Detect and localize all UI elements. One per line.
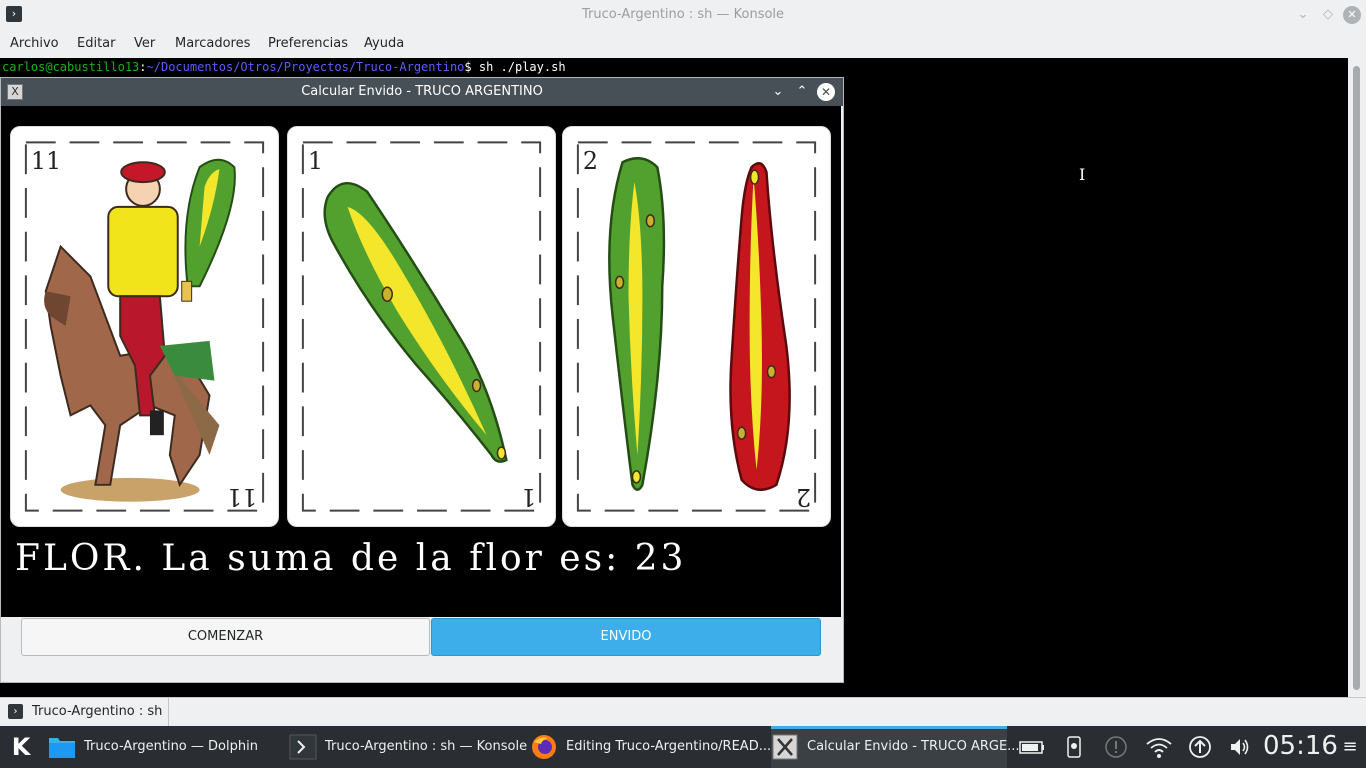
task-label: Calcular Envido - TRUCO ARGE...	[807, 739, 1020, 754]
firefox-icon	[530, 734, 558, 760]
taskbar: K Truco-Argentino — Dolphin Truco-Argent…	[0, 726, 1366, 768]
close-icon[interactable]: ✕	[1343, 6, 1361, 24]
card-2-basto-art: 2 2	[576, 141, 817, 512]
konsole-menubar: Archivo Editar Ver Marcadores Preferenci…	[0, 30, 1366, 58]
card-1-basto-number-top: 1	[308, 147, 323, 175]
dialog-title: Calcular Envido - TRUCO ARGENTINO	[301, 84, 543, 99]
menu-marcadores[interactable]: Marcadores	[175, 36, 250, 51]
konsole-tabbar: › Truco-Argentino : sh	[0, 697, 1366, 726]
volume-icon[interactable]	[1228, 735, 1252, 759]
menu-ayuda[interactable]: Ayuda	[364, 36, 404, 51]
konsole-title: Truco-Argentino : sh — Konsole	[581, 7, 785, 22]
kdeconnect-icon[interactable]	[1062, 735, 1086, 759]
folder-icon	[48, 734, 76, 760]
task-label: Truco-Argentino — Dolphin	[84, 739, 258, 754]
minimize-icon[interactable]: ⌄	[769, 83, 787, 101]
envido-result-text: FLOR. La suma de la flor es: 23	[15, 538, 687, 579]
kde-launcher-icon[interactable]: K	[6, 733, 36, 761]
updates-icon[interactable]	[1188, 735, 1212, 759]
envido-button[interactable]: ENVIDO	[431, 618, 821, 656]
x-window-icon	[771, 734, 799, 760]
comenzar-button[interactable]: COMENZAR	[21, 618, 430, 656]
close-icon[interactable]: ✕	[817, 83, 835, 101]
clock[interactable]: 05:16	[1263, 731, 1338, 761]
task-firefox[interactable]: Editing Truco-Argentino/READ...	[530, 726, 771, 768]
battery-icon[interactable]	[1019, 735, 1044, 759]
prompt-command: $ sh ./play.sh	[464, 60, 566, 74]
card-2-basto-number-top: 2	[583, 147, 598, 175]
menu-archivo[interactable]: Archivo	[10, 36, 59, 51]
terminal-scrollbar[interactable]	[1348, 58, 1366, 697]
prompt-path: ~/Documentos/Otros/Proyectos/Truco-Argen…	[146, 60, 465, 74]
terminal-icon	[289, 734, 317, 760]
text-cursor-icon: I	[1079, 165, 1086, 184]
minimize-icon[interactable]: ⌄	[1294, 6, 1312, 24]
maximize-icon[interactable]: ◇	[1319, 6, 1337, 24]
dialog-titlebar[interactable]: X Calcular Envido - TRUCO ARGENTINO ⌄ ⌃ …	[1, 78, 843, 106]
card-11-basto-number-bottom: 11	[227, 483, 257, 511]
card-2-basto: 2 2	[562, 126, 831, 527]
wifi-icon[interactable]	[1145, 735, 1172, 759]
terminal-prompt: carlos@cabustillo13:~/Documentos/Otros/P…	[2, 60, 566, 74]
konsole-titlebar[interactable]: › Truco-Argentino : sh — Konsole ⌄ ◇ ✕	[0, 0, 1366, 30]
card-1-basto: 1 1	[287, 126, 556, 527]
card-1-basto-number-bottom: 1	[521, 483, 536, 511]
task-konsole[interactable]: Truco-Argentino : sh — Konsole	[289, 726, 528, 768]
notifications-icon[interactable]	[1104, 735, 1128, 759]
card-1-basto-art: 1 1	[301, 141, 542, 512]
scrollbar-thumb[interactable]	[1353, 66, 1360, 690]
tab-label: Truco-Argentino : sh	[32, 704, 163, 719]
maximize-icon[interactable]: ⌃	[793, 83, 811, 101]
prompt-separator: :	[139, 60, 147, 74]
card-11-basto: 11 11	[10, 126, 279, 527]
menu-ver[interactable]: Ver	[134, 36, 155, 51]
tab-truco-argentino[interactable]: › Truco-Argentino : sh	[0, 698, 169, 726]
game-canvas: 11 11 1 1 2 2 FLOR. La suma de la flor e…	[1, 106, 841, 617]
envido-dialog: X Calcular Envido - TRUCO ARGENTINO ⌄ ⌃ …	[0, 77, 844, 683]
task-dolphin[interactable]: Truco-Argentino — Dolphin	[48, 726, 284, 768]
task-label: Editing Truco-Argentino/READ...	[566, 739, 772, 754]
menu-icon[interactable]: ≡	[1338, 735, 1362, 759]
card-2-basto-number-bottom: 2	[796, 483, 811, 511]
menu-editar[interactable]: Editar	[77, 36, 116, 51]
menu-preferencias[interactable]: Preferencias	[268, 36, 348, 51]
terminal-icon: ›	[8, 704, 23, 719]
task-calcular-envido[interactable]: Calcular Envido - TRUCO ARGE...	[771, 726, 1020, 768]
task-label: Truco-Argentino : sh — Konsole	[325, 739, 528, 754]
card-11-basto-art: 11 11	[24, 141, 265, 512]
card-11-basto-number-top: 11	[31, 147, 61, 175]
prompt-user: carlos@cabustillo13	[2, 60, 140, 74]
